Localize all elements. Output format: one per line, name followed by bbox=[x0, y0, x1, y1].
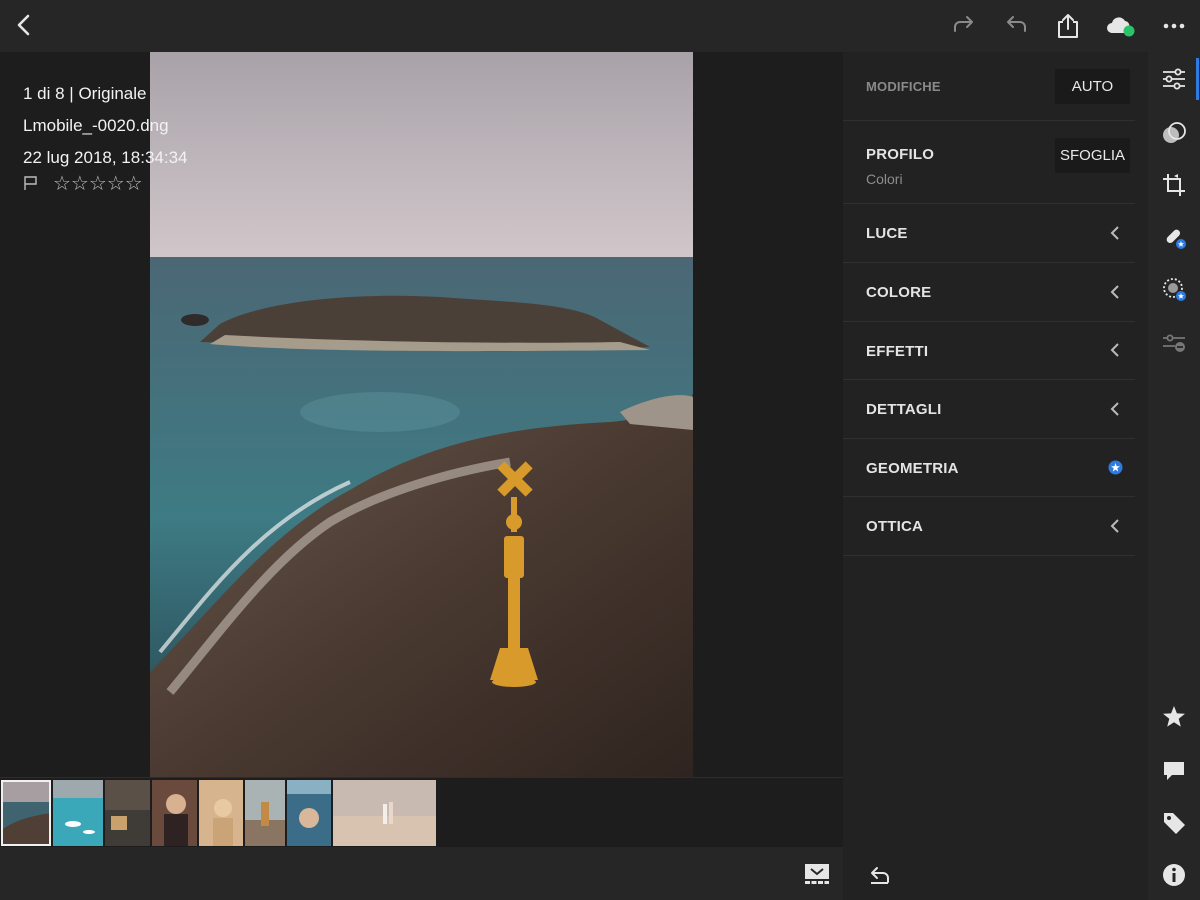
photo-info: 1 di 8 | Originale Lmobile_-0020.dng 22 … bbox=[23, 78, 187, 174]
redo-icon[interactable] bbox=[950, 12, 978, 40]
section-geometria[interactable]: GEOMETRIA bbox=[843, 439, 1135, 497]
presets-icon[interactable] bbox=[1161, 120, 1187, 146]
filmstrip-thumb[interactable] bbox=[152, 780, 197, 846]
section-label: DETTAGLI bbox=[866, 401, 942, 418]
section-label: OTTICA bbox=[866, 518, 924, 535]
info-icon[interactable] bbox=[1161, 862, 1187, 888]
rating-bar: ☆☆☆☆☆ bbox=[23, 171, 143, 195]
adjustments-icon[interactable] bbox=[1161, 66, 1187, 92]
section-label: EFFETTI bbox=[866, 343, 929, 360]
section-ottica[interactable]: OTTICA bbox=[843, 497, 1135, 556]
section-colore[interactable]: COLORE bbox=[843, 263, 1135, 322]
back-icon[interactable] bbox=[12, 12, 38, 38]
filmstrip-thumb[interactable] bbox=[333, 780, 436, 846]
filmstrip-thumb[interactable] bbox=[199, 780, 243, 846]
auto-button[interactable]: AUTO bbox=[1055, 69, 1130, 104]
flag-icon[interactable] bbox=[23, 175, 39, 191]
section-label: LUCE bbox=[866, 225, 908, 242]
crop-icon[interactable] bbox=[1161, 172, 1187, 198]
chevron-left-icon bbox=[1110, 402, 1119, 416]
edit-panel: MODIFICHE AUTO PROFILO Colori SFOGLIA LU… bbox=[843, 52, 1148, 900]
chevron-left-icon bbox=[1110, 343, 1119, 357]
more-icon[interactable] bbox=[1160, 12, 1188, 40]
filmstrip-toggle-icon[interactable] bbox=[804, 863, 830, 885]
filmstrip-thumb[interactable] bbox=[287, 780, 331, 846]
chevron-left-icon bbox=[1110, 226, 1119, 240]
cloud-sync-icon[interactable] bbox=[1104, 12, 1138, 40]
photo-filename: Lmobile_-0020.dng bbox=[23, 116, 169, 135]
selective-icon[interactable] bbox=[1161, 276, 1187, 302]
section-dettagli[interactable]: DETTAGLI bbox=[843, 380, 1135, 439]
tool-rail bbox=[1148, 52, 1200, 900]
top-bar bbox=[0, 0, 1200, 52]
reset-icon[interactable] bbox=[868, 866, 892, 886]
versions-icon[interactable] bbox=[1161, 330, 1187, 356]
section-effetti[interactable]: EFFETTI bbox=[843, 322, 1135, 380]
photo-image bbox=[150, 52, 693, 777]
undo-icon[interactable] bbox=[1002, 12, 1030, 40]
filmstrip bbox=[0, 777, 843, 847]
star-rating[interactable]: ☆☆☆☆☆ bbox=[53, 171, 143, 195]
browse-button[interactable]: SFOGLIA bbox=[1055, 138, 1130, 173]
photo-viewport: 1 di 8 | Originale Lmobile_-0020.dng 22 … bbox=[0, 52, 843, 777]
profile-value: Colori bbox=[866, 171, 903, 187]
tag-icon[interactable] bbox=[1161, 810, 1187, 836]
comment-icon[interactable] bbox=[1161, 758, 1187, 784]
star-icon[interactable] bbox=[1161, 704, 1187, 730]
edits-header: MODIFICHE AUTO bbox=[843, 52, 1135, 121]
chevron-left-icon bbox=[1110, 519, 1119, 533]
bottom-bar bbox=[0, 847, 843, 900]
section-label: GEOMETRIA bbox=[866, 460, 959, 477]
premium-badge-icon bbox=[1108, 460, 1123, 475]
healing-icon[interactable] bbox=[1161, 224, 1187, 250]
profile-section[interactable]: PROFILO Colori SFOGLIA bbox=[843, 121, 1135, 204]
photo-position: 1 di 8 | Originale bbox=[23, 84, 147, 103]
share-icon[interactable] bbox=[1054, 12, 1082, 40]
filmstrip-thumb[interactable] bbox=[53, 780, 103, 846]
section-luce[interactable]: LUCE bbox=[843, 204, 1135, 263]
section-label: COLORE bbox=[866, 284, 932, 301]
filmstrip-thumb[interactable] bbox=[105, 780, 150, 846]
chevron-left-icon bbox=[1110, 285, 1119, 299]
active-tool-indicator bbox=[1196, 58, 1199, 100]
profile-label: PROFILO bbox=[866, 146, 935, 163]
main-photo[interactable] bbox=[150, 52, 693, 777]
filmstrip-thumb[interactable] bbox=[245, 780, 285, 846]
photo-datetime: 22 lug 2018, 18:34:34 bbox=[23, 148, 188, 167]
filmstrip-thumb[interactable] bbox=[1, 780, 51, 846]
edits-label: MODIFICHE bbox=[866, 79, 941, 94]
